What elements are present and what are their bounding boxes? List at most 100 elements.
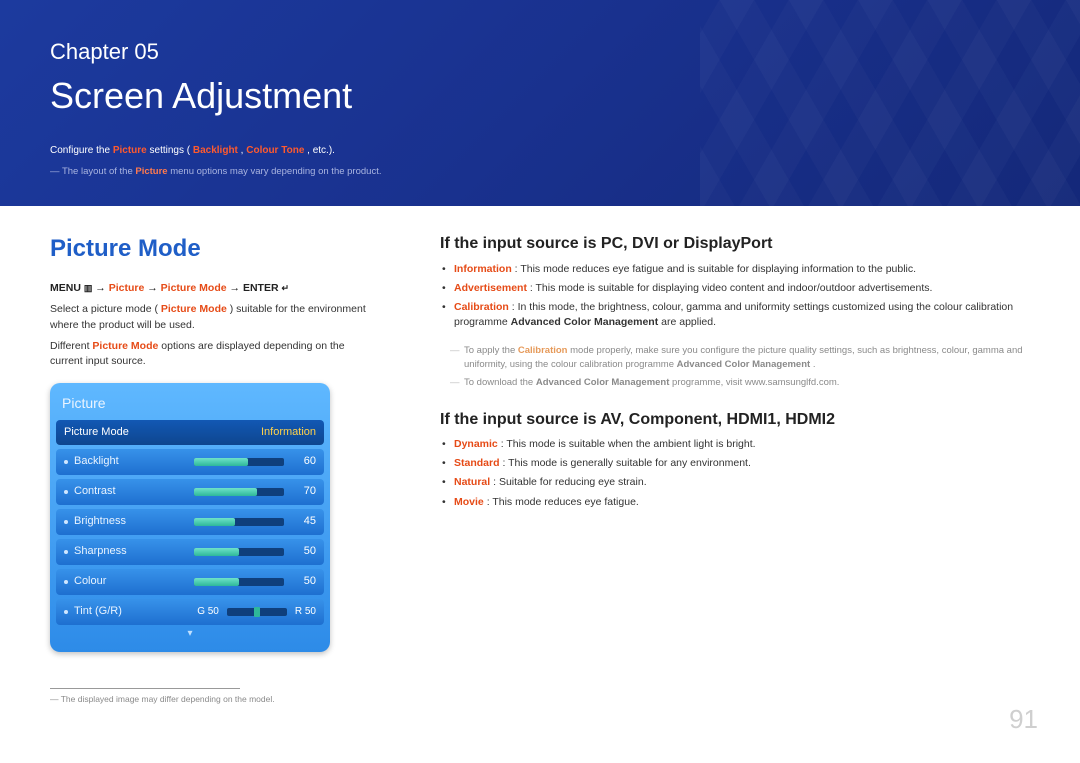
tint-slider-knob — [254, 607, 260, 617]
acm-keyword: Advanced Color Management — [536, 377, 670, 388]
mode-desc: : This mode is suitable when the ambient… — [501, 438, 756, 450]
intro-text: Select a picture mode ( Picture Mode ) s… — [50, 302, 380, 369]
arrow-icon: → — [230, 282, 243, 294]
menu-icon: ▥ — [84, 282, 93, 295]
mode-list-pc: Information : This mode reduces eye fati… — [440, 262, 1030, 331]
list-item: Advertisement : This mode is suitable fo… — [440, 281, 1030, 296]
osd-row-contrast: Contrast 70 — [56, 479, 324, 505]
osd-header-row: Picture Mode Information — [56, 420, 324, 446]
calibration-keyword: Calibration — [518, 345, 568, 356]
colourtone-keyword: Colour Tone — [246, 145, 304, 156]
osd-header-left: Picture Mode — [64, 425, 129, 441]
bullet-icon — [64, 610, 68, 614]
block-av-hdmi: If the input source is AV, Component, HD… — [440, 408, 1030, 510]
slider-fill — [194, 578, 239, 586]
slider-track — [194, 578, 284, 586]
osd-panel: Picture Picture Mode Information Backlig… — [50, 383, 330, 651]
text: programme, visit www.samsunglfd.com. — [672, 377, 839, 388]
acm-keyword: Advanced Color Management — [677, 359, 811, 370]
arrow-icon: → — [147, 282, 160, 294]
mode-name: Dynamic — [454, 438, 498, 450]
picture-keyword: Picture — [135, 166, 167, 177]
picture-keyword: Picture — [113, 145, 147, 156]
osd-label: Tint (G/R) — [74, 604, 197, 620]
right-column: If the input source is PC, DVI or Displa… — [440, 232, 1030, 705]
bullet-icon — [64, 520, 68, 524]
bullet-icon — [64, 580, 68, 584]
list-item: Dynamic : This mode is suitable when the… — [440, 437, 1030, 452]
tint-slider-track — [227, 608, 287, 616]
picture-mode-keyword: Picture Mode — [92, 340, 158, 352]
osd-value: 70 — [294, 484, 316, 500]
main-content: Picture Mode MENU ▥ → Picture → Picture … — [0, 206, 1080, 705]
text: menu options may vary depending on the p… — [170, 166, 381, 177]
slider-track — [194, 488, 284, 496]
subnote: To apply the Calibration mode properly, … — [440, 344, 1030, 372]
slider-fill — [194, 488, 257, 496]
list-item: Natural : Suitable for reducing eye stra… — [440, 475, 1030, 490]
picture-mode-keyword: Picture Mode — [161, 303, 227, 315]
osd-row-tint: Tint (G/R) G 50 R 50 — [56, 599, 324, 625]
chapter-label: Chapter 05 — [50, 36, 1030, 68]
heading-av-hdmi: If the input source is AV, Component, HD… — [440, 408, 1030, 431]
mode-desc: : This mode reduces eye fatigue and is s… — [515, 263, 916, 275]
slider-fill — [194, 548, 239, 556]
osd-label: Colour — [74, 574, 194, 590]
text: To download the — [464, 377, 536, 388]
text: . — [813, 359, 816, 370]
osd-label: Contrast — [74, 484, 194, 500]
slider-fill — [194, 458, 248, 466]
osd-label: Sharpness — [74, 544, 194, 560]
osd-label: Brightness — [74, 514, 194, 530]
slider-track — [194, 518, 284, 526]
slider-track — [194, 548, 284, 556]
list-item: Standard : This mode is generally suitab… — [440, 456, 1030, 471]
arrow-icon: → — [95, 282, 108, 294]
osd-row-backlight: Backlight 60 — [56, 449, 324, 475]
page-number: 91 — [1009, 701, 1038, 739]
mode-desc: : Suitable for reducing eye strain. — [493, 476, 647, 488]
osd-panel-title: Picture — [56, 389, 324, 419]
mode-name: Advertisement — [454, 282, 527, 294]
backlight-keyword: Backlight — [193, 145, 238, 156]
tint-r-value: R 50 — [295, 605, 316, 620]
osd-row-brightness: Brightness 45 — [56, 509, 324, 535]
subnote: To download the Advanced Color Managemen… — [440, 376, 1030, 390]
mode-name: Standard — [454, 457, 500, 469]
crumb-picture: Picture — [109, 282, 145, 294]
mode-name: Natural — [454, 476, 490, 488]
osd-label: Backlight — [74, 454, 194, 470]
text: Select a picture mode ( — [50, 303, 158, 315]
text: Different — [50, 340, 92, 352]
text: ― The layout of the — [50, 166, 135, 177]
osd-header-right: Information — [261, 425, 316, 441]
chapter-title: Screen Adjustment — [50, 70, 1030, 122]
footnote-rule — [50, 688, 240, 689]
footnote: ― The displayed image may differ dependi… — [50, 693, 380, 705]
osd-value: 60 — [294, 454, 316, 470]
mode-desc: : This mode is suitable for displaying v… — [530, 282, 933, 294]
tint-g-value: G 50 — [197, 605, 219, 620]
menu-breadcrumb: MENU ▥ → Picture → Picture Mode → ENTER … — [50, 281, 380, 296]
slider-track — [194, 458, 284, 466]
mode-desc: are applied. — [661, 316, 716, 328]
chapter-hero: Chapter 05 Screen Adjustment Configure t… — [0, 0, 1080, 206]
mode-list-av: Dynamic : This mode is suitable when the… — [440, 437, 1030, 510]
text: Configure the — [50, 145, 113, 156]
text: To apply the — [464, 345, 518, 356]
enter-icon: ↵ — [281, 282, 289, 295]
mode-name: Information — [454, 263, 512, 275]
mode-desc: : This mode is generally suitable for an… — [502, 457, 750, 469]
osd-value: 50 — [294, 544, 316, 560]
osd-row-colour: Colour 50 — [56, 569, 324, 595]
osd-row-sharpness: Sharpness 50 — [56, 539, 324, 565]
bullet-icon — [64, 490, 68, 494]
bullet-icon — [64, 550, 68, 554]
osd-value: 45 — [294, 514, 316, 530]
text: settings ( — [150, 145, 191, 156]
left-column: Picture Mode MENU ▥ → Picture → Picture … — [50, 232, 380, 705]
hero-note: ― The layout of the Picture menu options… — [50, 165, 1030, 179]
list-item: Calibration : In this mode, the brightne… — [440, 300, 1030, 330]
osd-value: 50 — [294, 574, 316, 590]
hero-subline: Configure the Picture settings ( Backlig… — [50, 144, 1030, 159]
